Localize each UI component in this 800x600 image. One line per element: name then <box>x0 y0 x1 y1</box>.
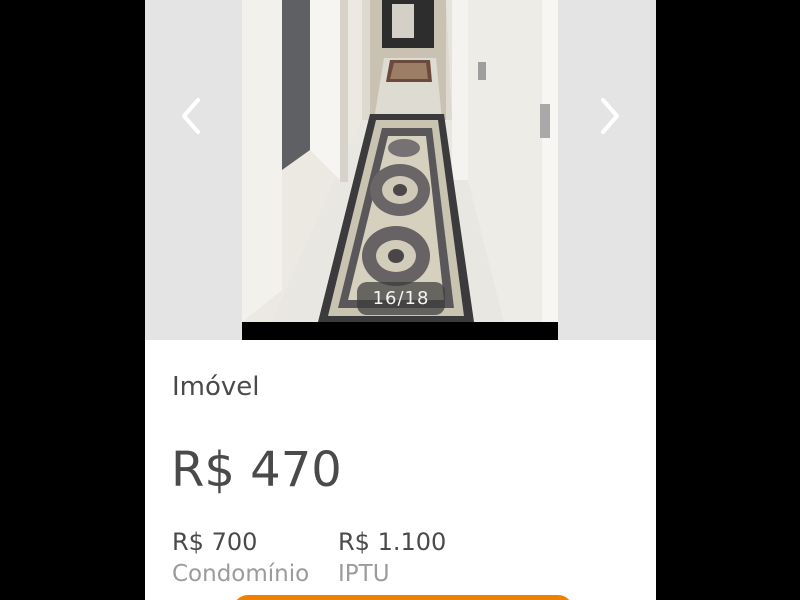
listing-column: 16/18 Imóvel R$ 470 R$ 700 Condomínio R$… <box>145 0 656 600</box>
listing-category: Imóvel <box>172 372 260 402</box>
chevron-right-icon <box>601 98 619 134</box>
previous-photo-button[interactable] <box>168 92 216 140</box>
photo-counter-badge: 16/18 <box>357 282 445 315</box>
listing-price: R$ 470 <box>171 442 342 498</box>
condominium-fee-label: Condomínio <box>172 561 310 587</box>
chevron-left-icon <box>182 98 200 134</box>
page: 16/18 Imóvel R$ 470 R$ 700 Condomínio R$… <box>0 0 800 600</box>
contact-button[interactable] <box>233 595 573 600</box>
iptu-fee: R$ 1.100 IPTU <box>338 527 446 591</box>
condominium-fee-value: R$ 700 <box>172 528 258 556</box>
iptu-fee-label: IPTU <box>338 561 390 587</box>
photo-gallery[interactable]: 16/18 <box>145 0 656 340</box>
condominium-fee: R$ 700 Condomínio <box>172 527 309 591</box>
iptu-fee-value: R$ 1.100 <box>338 528 447 556</box>
next-photo-button[interactable] <box>585 92 633 140</box>
